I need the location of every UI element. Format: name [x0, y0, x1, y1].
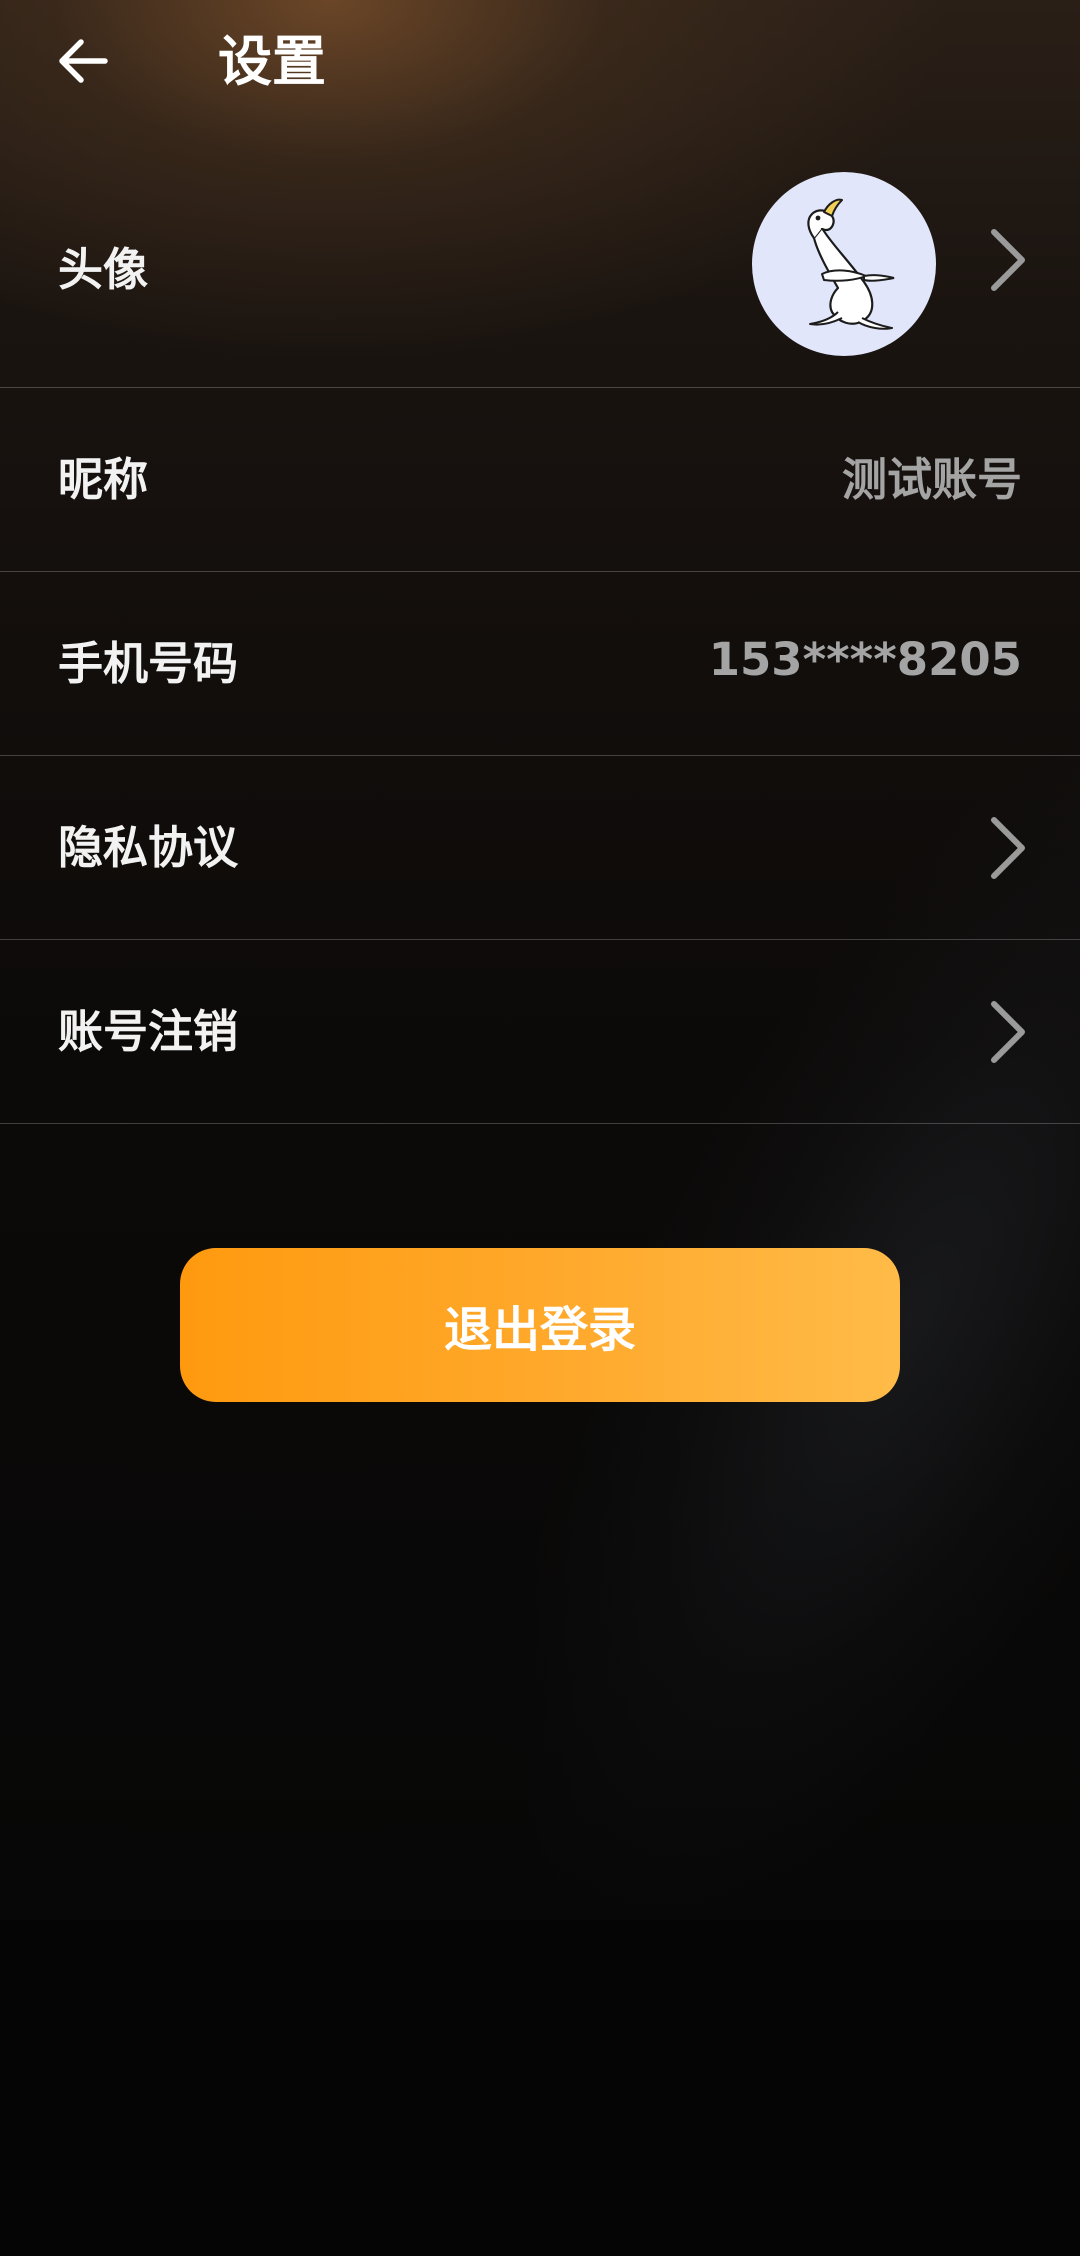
- arrow-left-icon: [59, 39, 108, 83]
- avatar-label: 头像: [58, 243, 149, 296]
- logout-button[interactable]: 退出登录: [180, 1248, 900, 1402]
- settings-row-phone: 手机号码 153****8205: [0, 572, 1080, 756]
- settings-row-nickname: 昵称 测试账号: [0, 388, 1080, 572]
- page-title: 设置: [218, 30, 326, 93]
- top-bar: 设置: [0, 0, 1080, 130]
- chevron-right-icon: [991, 1001, 1025, 1063]
- nickname-value: 测试账号: [841, 453, 1022, 506]
- nickname-label: 昵称: [58, 453, 149, 506]
- phone-label: 手机号码: [58, 637, 239, 690]
- goose-avatar-image: [807, 198, 895, 330]
- privacy-label: 隐私协议: [58, 821, 239, 874]
- settings-row-privacy[interactable]: 隐私协议: [0, 756, 1080, 940]
- chevron-right-icon: [991, 817, 1025, 879]
- back-button[interactable]: [44, 22, 122, 100]
- phone-value: 153****8205: [708, 633, 1022, 686]
- deactivate-label: 账号注销: [58, 1005, 239, 1058]
- chevron-right-icon: [991, 229, 1025, 291]
- avatar[interactable]: [752, 172, 936, 356]
- settings-row-avatar[interactable]: 头像: [0, 130, 1080, 388]
- settings-row-deactivate[interactable]: 账号注销: [0, 940, 1080, 1124]
